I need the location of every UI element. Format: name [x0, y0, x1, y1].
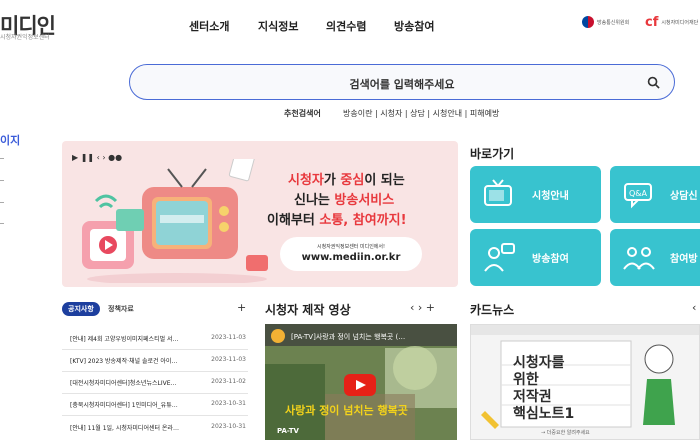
video-overlay-text: 사랑과 정이 넘치는 행복곳 [285, 404, 408, 417]
partner-kcc-label: 방송통신위원회 [597, 19, 630, 26]
tv-icon [484, 179, 512, 206]
banner-highlight: 방송서비스 [334, 193, 395, 208]
search-icon[interactable] [647, 76, 660, 89]
cardnews-illustration [471, 325, 699, 429]
cardnews-headline-line: 저작권 [513, 389, 552, 405]
nav-center-intro[interactable]: 센터소개 [189, 18, 229, 34]
notice-title: [안내] 제4회 고양우빙이미지페스티벌 서… [70, 336, 179, 343]
video-player[interactable]: [PA-TV]사랑과 정이 넘치는 행복곳 (… 사랑과 정이 넘치는 행복곳 … [265, 324, 457, 440]
notice-title: [충북시청자미디어센터] 1인미디어_유튜… [70, 402, 178, 409]
quick-links-title: 바로가기 [470, 147, 515, 161]
cardnews-footer: → 더중요한 알려주세요 [541, 430, 590, 436]
partner-kcc[interactable]: 방송통신위원회 [582, 16, 629, 28]
tv-illustration [82, 159, 268, 283]
divider [62, 349, 248, 350]
quick-tile-label: 참여방 [670, 254, 698, 265]
divider [62, 393, 248, 394]
nav-participation[interactable]: 방송참여 [394, 18, 434, 34]
cardnews-headline-line: 시청자를 [513, 355, 565, 371]
banner-headline-2: 신나는 방송서비스 [294, 189, 394, 208]
quick-tile-participate[interactable]: 방송참여 [470, 229, 601, 286]
kcc-emblem-icon [582, 16, 594, 28]
recommended-keywords: 방송이란 | 시청자 | 상담 | 시청안내 | 피해예방 [343, 109, 500, 118]
banner-text: 신나는 [294, 193, 335, 208]
video-section-title: 시청자 제작 영상 [265, 303, 351, 317]
qna-icon: Q&A [624, 183, 652, 209]
cardnews-prev-arrow[interactable]: ‹ [692, 301, 696, 314]
notice-date: 2023-11-03 [211, 356, 246, 363]
banner-text: 가 [323, 173, 341, 188]
search-input[interactable]: 검색어를 입력해주세요 [129, 64, 675, 100]
cardnews-headline-line: 위한 [513, 372, 539, 388]
search-placeholder: 검색어를 입력해주세요 [349, 78, 455, 91]
notices-more-button[interactable]: + [237, 301, 246, 314]
recommended-label: 추천검색어 [284, 109, 321, 118]
notice-date: 2023-11-02 [211, 378, 246, 385]
banner-highlight: 시청자 [288, 173, 324, 188]
divider [62, 371, 248, 372]
notice-row[interactable]: [안내] 제4회 고양우빙이미지페스티벌 서… 2023-11-03 [70, 334, 246, 346]
notice-date: 2023-11-03 [211, 334, 246, 341]
channel-avatar [271, 329, 285, 343]
cardnews-card[interactable]: 시청자를 위한 저작권 핵심노트1 → 더중요한 알려주세요 [470, 324, 700, 440]
video-caption: [PA-TV]사랑과 정이 넘치는 행복곳 (… [291, 333, 406, 341]
participation-icon [484, 243, 515, 272]
foundation-logo-icon: cf [645, 15, 659, 30]
banner-small-text: 시청자권익정보센터 미디인에서! [317, 244, 385, 250]
sidebar-item[interactable] [0, 223, 4, 224]
page: 미디인 시청자권익정보센터 센터소개 지식정보 의견수렴 방송참여 방송통신위원… [0, 0, 700, 440]
notice-row[interactable]: [KTV] 2023 방송제작·채널 솔로건 아이… 2023-11-03 [70, 356, 246, 368]
banner-headline-3: 이해부터 소통, 참여까지! [267, 209, 407, 228]
banner-text: 이해부터 [267, 213, 320, 228]
divider [62, 415, 248, 416]
banner-url: www.mediin.or.kr [301, 252, 401, 263]
cardnews-section-title: 카드뉴스 [470, 303, 515, 317]
notice-date: 2023-10-31 [211, 423, 246, 430]
keyword-link[interactable]: 피해예방 [470, 109, 499, 118]
banner-url-pill[interactable]: 시청자권익정보센터 미디인에서! www.mediin.or.kr [280, 237, 422, 271]
banner-text: 이 되는 [364, 173, 405, 188]
cardnews-headline-line: 핵심노트1 [513, 406, 575, 422]
svg-text:Q&A: Q&A [629, 189, 648, 198]
quick-tile-guide[interactable]: 시청안내 [470, 166, 601, 223]
keyword-link[interactable]: 시청안내 [433, 109, 462, 118]
nav-opinion[interactable]: 의견수렴 [326, 18, 366, 34]
sidebar-title[interactable]: 이지 [0, 132, 20, 148]
quick-tile-label: 상담신 [670, 191, 698, 202]
video-channel-tag: PA-TV [277, 427, 299, 435]
keyword-link[interactable]: 시청자 [380, 109, 402, 118]
site-logo-subtext: 시청자권익정보센터 [0, 34, 50, 41]
quick-tile-label: 방송참여 [532, 254, 569, 265]
notice-title: [안내] 11월 1일, 시청자미디어센터 온라… [70, 425, 179, 432]
tab-notices[interactable]: 공지사항 [62, 302, 100, 316]
keyword-link[interactable]: 상담 [410, 109, 425, 118]
sidebar-item[interactable] [0, 158, 4, 159]
group-icon [623, 247, 655, 270]
tab-policy[interactable]: 정책자료 [108, 304, 134, 314]
video-nav-arrows[interactable]: ‹ › + [410, 301, 435, 314]
notice-row[interactable]: [대전시청자미디어센터]청소년뉴스LIVE… 2023-11-02 [70, 378, 246, 390]
notice-row[interactable]: [충북시청자미디어센터] 1인미디어_유튜… 2023-10-31 [70, 400, 246, 412]
quick-tile-label: 시청안내 [532, 191, 569, 202]
play-button[interactable] [344, 374, 376, 396]
main-banner[interactable]: ▶ ❚❚ ‹ › ●● 시청자가 중심이 되는 신나는 방송서비스 이해부터 소… [62, 141, 458, 287]
banner-headline-1: 시청자가 중심이 되는 [288, 169, 405, 188]
banner-highlight: 소통, 참여까지! [319, 213, 407, 228]
cardnews-headline: 시청자를 위한 저작권 핵심노트1 [513, 355, 574, 423]
banner-highlight: 중심 [340, 173, 365, 188]
play-icon [356, 380, 366, 390]
notice-row[interactable]: [안내] 11월 1일, 시청자미디어센터 온라… 2023-10-31 [70, 423, 246, 435]
notice-title: [대전시청자미디어센터]청소년뉴스LIVE… [70, 380, 177, 387]
quick-tile-join[interactable]: 참여방 [610, 229, 700, 286]
quick-tile-consult[interactable]: Q&A 상담신 [610, 166, 700, 223]
notice-title: [KTV] 2023 방송제작·채널 솔로건 아이… [70, 358, 178, 365]
sidebar-item[interactable] [0, 202, 4, 203]
partner-foundation-label: 시청자미디어재단 [661, 20, 699, 26]
partner-foundation[interactable]: cf 시청자미디어재단 [645, 16, 698, 29]
sidebar-item[interactable] [0, 180, 4, 181]
keyword-link[interactable]: 방송이란 [343, 109, 372, 118]
notice-date: 2023-10-31 [211, 400, 246, 407]
nav-knowledge[interactable]: 지식정보 [258, 18, 298, 34]
